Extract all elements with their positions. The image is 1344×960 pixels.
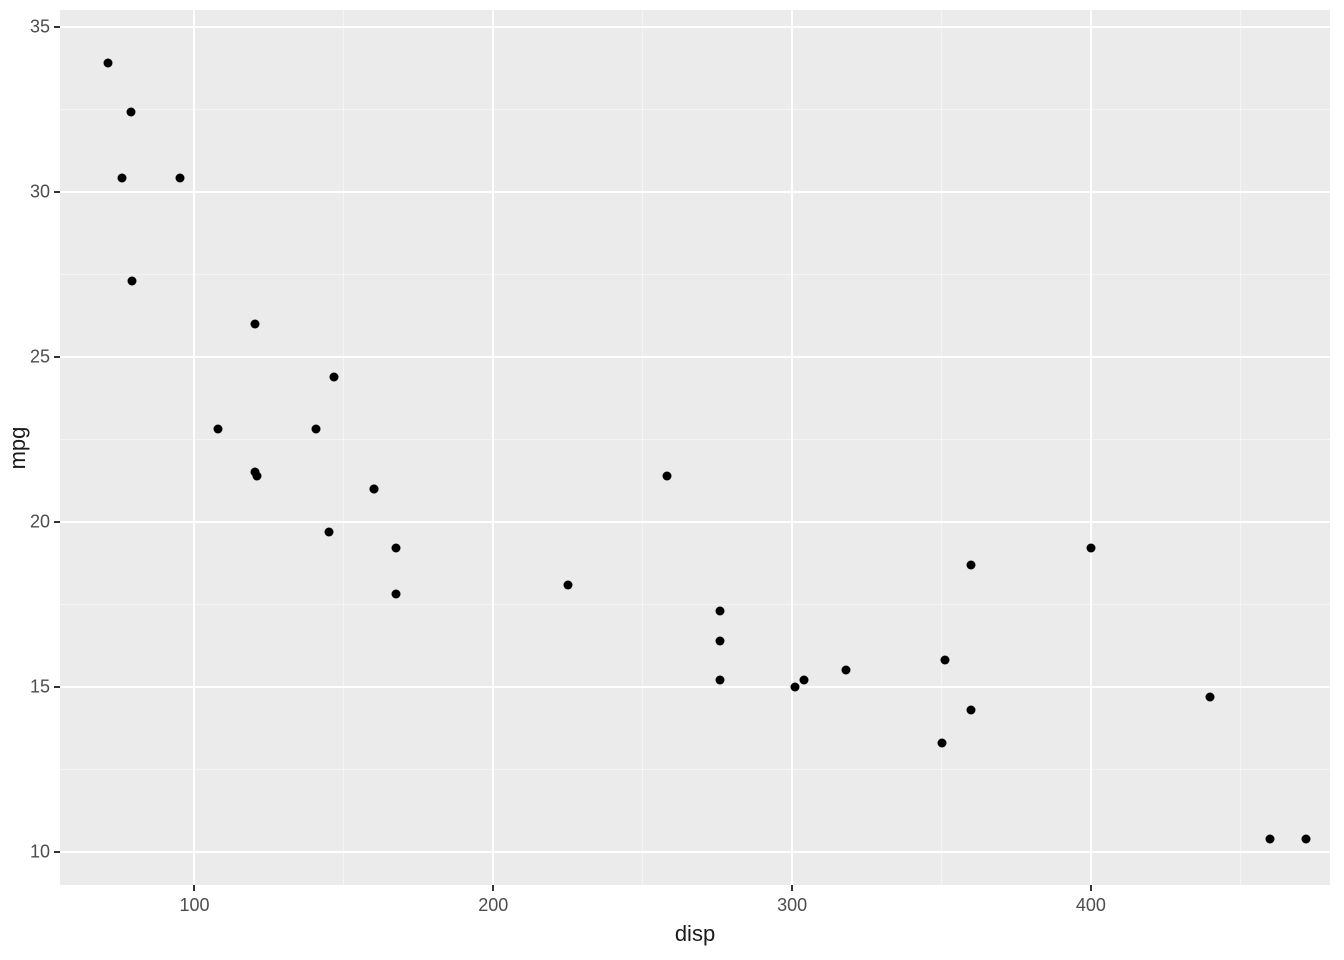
data-point: [1266, 834, 1275, 843]
grid-line: [60, 769, 1330, 770]
data-point: [127, 276, 136, 285]
x-tick-label: 200: [478, 895, 508, 916]
data-point: [791, 682, 800, 691]
y-tick-mark: [54, 191, 60, 193]
y-tick-mark: [54, 686, 60, 688]
y-tick-label: 15: [26, 676, 50, 697]
data-point: [715, 676, 724, 685]
data-point: [967, 560, 976, 569]
data-point: [175, 174, 184, 183]
grid-line: [60, 26, 1330, 28]
grid-line: [60, 851, 1330, 853]
y-tick-label: 10: [26, 841, 50, 862]
data-point: [104, 58, 113, 67]
y-tick-label: 30: [26, 181, 50, 202]
data-point: [1302, 834, 1311, 843]
data-point: [117, 174, 126, 183]
grid-line: [60, 521, 1330, 523]
grid-line: [791, 10, 793, 885]
data-point: [800, 676, 809, 685]
y-tick-label: 35: [26, 16, 50, 37]
grid-line: [193, 10, 195, 885]
x-tick-mark: [193, 885, 195, 891]
grid-line: [60, 604, 1330, 605]
y-tick-mark: [54, 521, 60, 523]
grid-line: [492, 10, 494, 885]
data-point: [126, 108, 135, 117]
data-point: [253, 471, 262, 480]
x-tick-label: 300: [777, 895, 807, 916]
x-tick-label: 400: [1076, 895, 1106, 916]
data-point: [967, 706, 976, 715]
x-tick-mark: [1090, 885, 1092, 891]
grid-line: [60, 686, 1330, 688]
grid-line: [60, 356, 1330, 358]
data-point: [392, 544, 401, 553]
grid-line: [60, 109, 1330, 110]
x-tick-mark: [791, 885, 793, 891]
y-tick-label: 20: [26, 511, 50, 532]
grid-line: [60, 274, 1330, 275]
data-point: [564, 580, 573, 589]
data-point: [715, 606, 724, 615]
data-point: [662, 471, 671, 480]
y-tick-label: 25: [26, 346, 50, 367]
grid-line: [343, 10, 344, 885]
y-tick-mark: [54, 851, 60, 853]
x-axis-label: disp: [675, 921, 715, 947]
data-point: [330, 372, 339, 381]
y-tick-mark: [54, 26, 60, 28]
grid-line: [60, 191, 1330, 193]
data-point: [312, 425, 321, 434]
data-point: [1086, 544, 1095, 553]
data-point: [392, 590, 401, 599]
data-point: [324, 527, 333, 536]
y-axis-label: mpg: [5, 426, 31, 469]
scatter-chart: mpg disp 100 200 300 400 10 15 20 25 30 35: [0, 0, 1344, 960]
grid-line: [1090, 10, 1092, 885]
data-point: [715, 636, 724, 645]
data-point: [251, 319, 260, 328]
data-point: [214, 425, 223, 434]
data-point: [937, 739, 946, 748]
data-point: [841, 666, 850, 675]
y-tick-mark: [54, 356, 60, 358]
data-point: [369, 484, 378, 493]
x-tick-label: 100: [179, 895, 209, 916]
plot-panel: [60, 10, 1330, 885]
data-point: [1206, 692, 1215, 701]
grid-line: [941, 10, 942, 885]
x-tick-mark: [492, 885, 494, 891]
data-point: [940, 656, 949, 665]
grid-line: [642, 10, 643, 885]
grid-line: [60, 439, 1330, 440]
grid-line: [1240, 10, 1241, 885]
